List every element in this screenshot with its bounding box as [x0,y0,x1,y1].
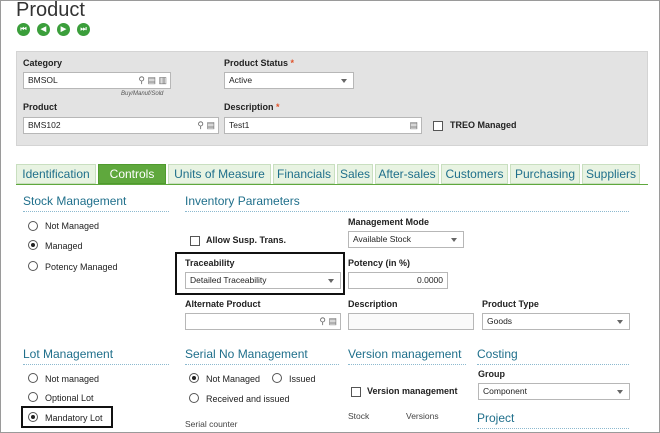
previous-record-icon[interactable]: ◀ [37,23,50,36]
lot-mandatory-radio[interactable] [28,412,38,422]
stock-managed-label: Managed [45,241,83,251]
lookup-icons[interactable]: ⚲ ▤ ▥ [138,73,167,88]
next-record-icon[interactable]: ▶ [57,23,70,36]
section-divider [348,364,466,365]
section-divider [477,428,629,429]
costing-group-select[interactable]: Component [478,383,630,400]
potency-field[interactable]: 0.0000 [348,272,448,289]
costing-group-label: Group [478,369,505,379]
version-management-checkbox[interactable] [351,387,361,397]
version-management-label: Version management [367,386,458,396]
last-record-icon[interactable]: ⏭ [77,23,90,36]
serial-counter-label: Serial counter [185,419,238,429]
serial-issued-label: Issued [289,374,316,384]
section-divider [23,364,169,365]
management-mode-value: Available Stock [353,234,411,244]
management-mode-select[interactable]: Available Stock [348,231,464,248]
treo-managed-checkbox[interactable] [433,121,443,131]
stock-not-managed-label: Not Managed [45,221,100,231]
tab-units-of-measure[interactable]: Units of Measure [168,164,271,184]
treo-managed-label: TREO Managed [450,120,517,130]
section-divider [23,211,169,212]
first-record-icon[interactable]: ⏮ [17,23,30,36]
section-divider [185,211,629,212]
traceability-value: Detailed Traceability [190,275,267,285]
lot-not-managed-radio[interactable] [28,373,38,383]
stock-management-title: Stock Management [23,194,127,208]
project-title: Project [477,411,515,425]
category-field[interactable]: BMSOL ⚲ ▤ ▥ [23,72,171,89]
category-label: Category [23,58,63,68]
tab-divider [16,184,648,185]
text-editor-icon[interactable]: ▤ [409,118,418,133]
serial-issued-radio[interactable] [272,373,282,383]
chevron-down-icon [451,238,457,242]
version-versions-label: Versions [406,411,439,421]
product-type-select[interactable]: Goods [482,313,630,330]
chevron-down-icon [341,79,347,83]
tab-bar: Identification Controls Units of Measure… [16,164,648,184]
tab-sales[interactable]: Sales [337,164,373,184]
stock-managed-radio[interactable] [28,240,38,250]
category-sub-label: Buy/Manuf/Sold [121,91,164,97]
product-type-value: Goods [487,316,513,326]
product-status-select[interactable]: Active [224,72,354,89]
tab-suppliers[interactable]: Suppliers [582,164,640,184]
costing-title: Costing [477,347,518,361]
description-label: Description * [224,102,280,112]
chevron-down-icon [617,390,623,394]
page-title: Product [16,0,85,21]
version-stock-label: Stock [348,411,370,421]
lookup-icons[interactable]: ⚲ ▤ [319,314,337,329]
section-divider [477,364,629,365]
allow-susp-trans-label: Allow Susp. Trans. [206,235,287,245]
alternate-product-field[interactable]: ⚲ ▤ [185,313,341,330]
tab-identification[interactable]: Identification [16,164,96,184]
stock-potency-managed-label: Potency Managed [45,262,118,272]
product-value: BMS102 [28,120,61,130]
tab-controls[interactable]: Controls [98,164,166,184]
tab-purchasing[interactable]: Purchasing [510,164,580,184]
chevron-down-icon [617,320,623,324]
stock-potency-managed-radio[interactable] [28,261,38,271]
serial-not-managed-label: Not Managed [206,374,261,384]
alternate-product-label: Alternate Product [185,299,261,309]
serial-management-title: Serial No Management [185,347,308,361]
tab-after-sales[interactable]: After-sales [375,164,439,184]
lot-optional-label: Optional Lot [45,393,94,403]
product-status-value: Active [229,75,253,85]
section-divider [185,364,339,365]
traceability-label: Traceability [185,258,235,268]
serial-received-issued-radio[interactable] [189,393,199,403]
allow-susp-trans-checkbox[interactable] [190,236,200,246]
stock-not-managed-radio[interactable] [28,221,38,231]
version-management-title: Version management [348,347,462,361]
category-value: BMSOL [28,75,58,85]
lot-not-managed-label: Not managed [45,374,100,384]
costing-group-value: Component [483,386,527,396]
tab-financials[interactable]: Financials [273,164,335,184]
alt-description-label: Description [348,299,398,309]
lot-management-title: Lot Management [23,347,114,361]
description-field[interactable]: Test1 ▤ [224,117,422,134]
product-label: Product [23,102,58,112]
management-mode-label: Management Mode [348,217,430,227]
alt-description-field [348,313,474,330]
product-status-label: Product Status * [224,58,295,68]
potency-label: Potency (in %) [348,258,411,268]
tab-customers[interactable]: Customers [441,164,508,184]
product-field[interactable]: BMS102 ⚲ ▤ [23,117,219,134]
serial-received-issued-label: Received and issued [206,394,290,404]
serial-not-managed-radio[interactable] [189,373,199,383]
chevron-down-icon [328,279,334,283]
lookup-icons[interactable]: ⚲ ▤ [197,118,215,133]
lot-mandatory-label: Mandatory Lot [45,413,103,423]
inventory-parameters-title: Inventory Parameters [185,194,300,208]
lot-optional-radio[interactable] [28,392,38,402]
product-type-label: Product Type [482,299,539,309]
traceability-select[interactable]: Detailed Traceability [185,272,341,289]
description-value: Test1 [229,120,250,130]
product-window: Product ⏮ ◀ ▶ ⏭ Category BMSOL ⚲ ▤ ▥ Buy… [0,0,660,433]
